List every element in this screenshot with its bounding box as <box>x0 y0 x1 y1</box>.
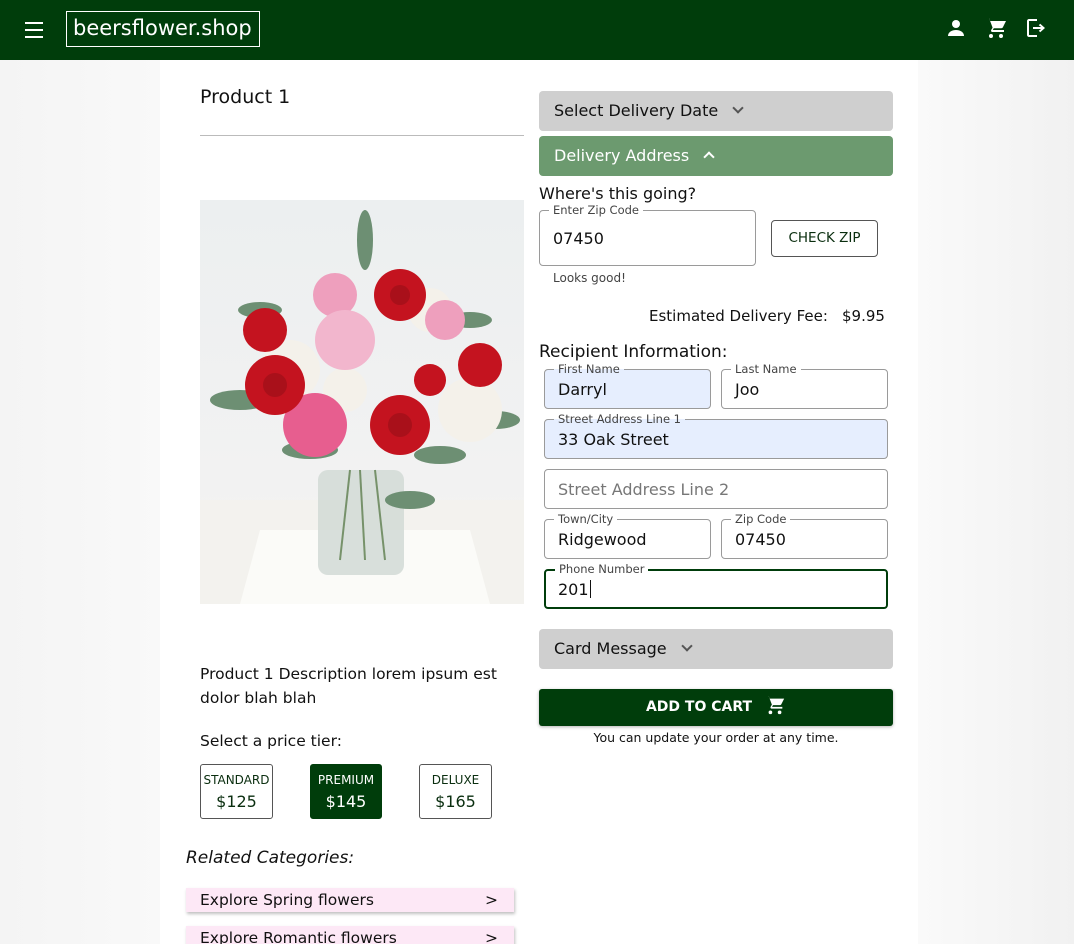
menu-icon[interactable] <box>22 19 46 41</box>
card-message-accordion[interactable]: Card Message <box>539 629 893 669</box>
app-bar: beersflower.shop <box>0 0 1074 60</box>
delivery-fee-label: Estimated Delivery Fee: <box>649 307 828 325</box>
zip-helper-text: Looks good! <box>553 271 626 285</box>
update-order-note: You can update your order at any time. <box>593 730 839 745</box>
category-link-spring[interactable]: Explore Spring flowers > <box>186 888 514 912</box>
tier-standard-button[interactable]: STANDARD $125 <box>200 764 273 819</box>
check-zip-button[interactable]: CHECK ZIP <box>771 220 878 257</box>
category-link-romantic[interactable]: Explore Romantic flowers > <box>186 926 514 944</box>
account-icon[interactable] <box>944 16 968 40</box>
zip-code-field[interactable]: Zip Code 07450 <box>721 512 888 559</box>
chevron-right-icon: > <box>485 891 498 909</box>
page-margin-left <box>0 60 160 944</box>
tier-price: $165 <box>435 792 476 811</box>
field-placeholder: Street Address Line 2 <box>558 479 730 499</box>
tier-name: DELUXE <box>431 773 480 787</box>
zip-check-field[interactable]: Enter Zip Code 07450 <box>539 203 756 266</box>
last-name-field[interactable]: Last Name Joo <box>721 362 888 409</box>
field-value: 201 <box>558 579 589 599</box>
field-value: Ridgewood <box>558 529 647 549</box>
field-value: Joo <box>735 379 760 399</box>
chevron-up-icon <box>703 151 715 163</box>
field-value: 07450 <box>735 529 786 549</box>
street-address-2-field[interactable]: Street Address Line 2 <box>544 469 888 509</box>
cart-icon <box>765 695 785 715</box>
chevron-right-icon: > <box>485 929 498 944</box>
town-city-field[interactable]: Town/City Ridgewood <box>544 512 711 559</box>
tier-name: PREMIUM <box>317 773 375 787</box>
field-value: 33 Oak Street <box>558 429 669 449</box>
related-categories-title: Related Categories: <box>186 848 355 868</box>
add-to-cart-label: ADD TO CART <box>645 699 753 715</box>
phone-number-field[interactable]: Phone Number 201 <box>544 562 888 609</box>
field-value: 07450 <box>553 228 604 248</box>
tier-premium-button[interactable]: PREMIUM $145 <box>310 764 382 819</box>
logout-icon[interactable] <box>1024 16 1048 40</box>
delivery-address-accordion[interactable]: Delivery Address <box>539 136 893 176</box>
category-label: Explore Romantic flowers <box>200 929 397 944</box>
chevron-down-icon <box>680 640 693 652</box>
destination-question: Where's this going? <box>539 184 697 203</box>
tier-name: STANDARD <box>203 773 270 787</box>
tier-price: $125 <box>216 792 257 811</box>
tier-deluxe-button[interactable]: DELUXE $165 <box>419 764 492 819</box>
product-title: Product 1 <box>200 86 291 108</box>
recipient-info-title: Recipient Information: <box>539 342 728 362</box>
add-to-cart-button[interactable]: ADD TO CART <box>539 689 893 726</box>
cart-icon[interactable] <box>984 16 1008 40</box>
delivery-fee-value: $9.95 <box>842 307 885 325</box>
accordion-label: Delivery Address <box>554 146 690 165</box>
price-tier-label: Select a price tier: <box>200 732 342 750</box>
accordion-label: Card Message <box>554 639 667 658</box>
chevron-down-icon <box>732 102 744 114</box>
title-divider <box>200 135 524 136</box>
delivery-date-accordion[interactable]: Select Delivery Date <box>539 91 893 131</box>
product-description: Product 1 Description lorem ipsum est do… <box>200 665 497 707</box>
category-label: Explore Spring flowers <box>200 891 374 909</box>
page-margin-right <box>918 60 1074 944</box>
site-logo[interactable]: beersflower.shop <box>66 11 260 47</box>
text-cursor <box>589 580 591 598</box>
product-image <box>200 200 524 604</box>
tier-price: $145 <box>325 792 367 811</box>
street-address-1-field[interactable]: Street Address Line 1 33 Oak Street <box>544 412 888 459</box>
first-name-field[interactable]: First Name Darryl <box>544 362 711 409</box>
field-value: Darryl <box>558 379 607 399</box>
accordion-label: Select Delivery Date <box>554 101 719 120</box>
